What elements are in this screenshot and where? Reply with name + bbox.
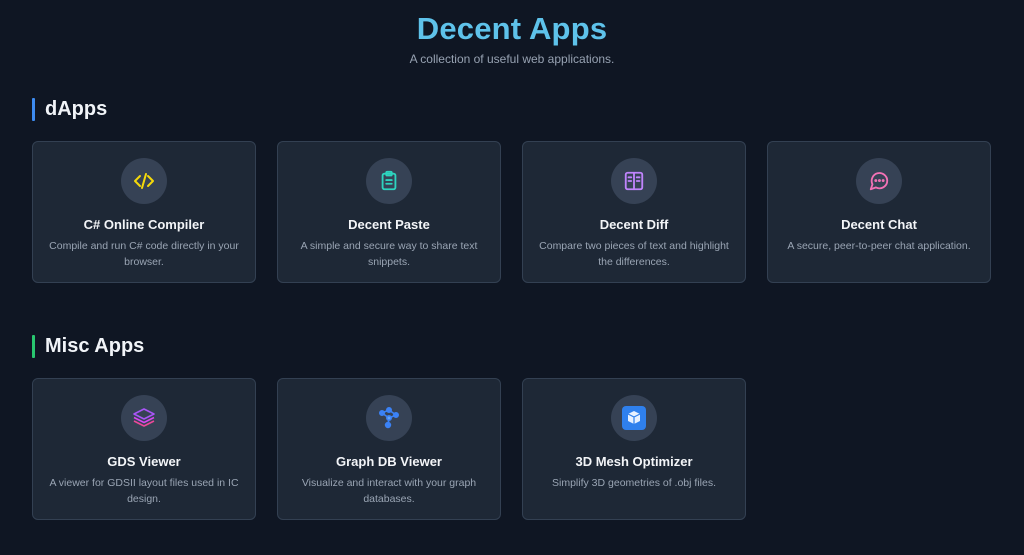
app-card-title: C# Online Compiler [83, 217, 205, 232]
section-title: dApps [45, 97, 108, 120]
app-card-title: Decent Diff [599, 217, 669, 232]
app-directory-page: Decent Apps A collection of useful web a… [0, 0, 1024, 555]
app-icon-circle [856, 158, 902, 204]
app-icon-circle [121, 158, 167, 204]
app-card-title: Decent Chat [841, 217, 917, 232]
app-card-description: A simple and secure way to share text sn… [300, 240, 478, 268]
app-icon-circle [611, 158, 657, 204]
misc-apps-grid: GDS Viewer A viewer for GDSII layout fil… [32, 378, 746, 520]
app-card-description: Compare two pieces of text and highlight… [539, 240, 729, 268]
chat-bubble-icon [869, 172, 889, 191]
section-heading-misc-apps: Misc Apps [32, 334, 144, 358]
section-heading-dapps: dApps [32, 97, 107, 121]
app-card-3d-mesh-optimizer[interactable]: 3D Mesh Optimizer Simplify 3D geometries… [522, 378, 746, 520]
code-icon [134, 173, 154, 189]
page-title: Decent Apps [416, 11, 608, 46]
app-card-description: A viewer for GDSII layout files used in … [49, 477, 239, 505]
app-card-title: Graph DB Viewer [336, 454, 442, 469]
dapps-grid: C# Online Compiler Compile and run C# co… [32, 141, 991, 283]
app-card-decent-diff[interactable]: Decent Diff Compare two pieces of text a… [522, 141, 746, 283]
app-card-graph-db-viewer[interactable]: Graph DB Viewer Visualize and interact w… [277, 378, 501, 520]
section-accent-bar [32, 334, 35, 358]
app-card-csharp-compiler[interactable]: C# Online Compiler Compile and run C# co… [32, 141, 256, 283]
app-card-title: 3D Mesh Optimizer [575, 454, 693, 469]
app-icon-circle [366, 158, 412, 204]
app-card-gds-viewer[interactable]: GDS Viewer A viewer for GDSII layout fil… [32, 378, 256, 520]
page-header: Decent Apps A collection of useful web a… [0, 10, 1024, 67]
cube-icon [622, 406, 646, 430]
page-subtitle: A collection of useful web applications. [409, 52, 615, 66]
layers-icon [133, 408, 155, 427]
clipboard-icon [381, 170, 397, 191]
app-icon-circle [366, 395, 412, 441]
app-card-title: GDS Viewer [107, 454, 181, 469]
app-card-decent-paste[interactable]: Decent Paste A simple and secure way to … [277, 141, 501, 283]
app-card-title: Decent Paste [348, 217, 430, 232]
app-card-description: Simplify 3D geometries of .obj files. [552, 477, 716, 489]
section-title: Misc Apps [45, 334, 145, 357]
app-card-decent-chat[interactable]: Decent Chat A secure, peer-to-peer chat … [767, 141, 991, 283]
graph-icon [378, 406, 399, 429]
section-accent-bar [32, 97, 35, 121]
app-icon-circle [611, 395, 657, 441]
app-card-description: A secure, peer-to-peer chat application. [787, 240, 971, 252]
diff-icon [624, 171, 644, 191]
app-card-description: Visualize and interact with your graph d… [301, 477, 477, 505]
app-icon-circle [121, 395, 167, 441]
app-card-description: Compile and run C# code directly in your… [49, 240, 239, 268]
